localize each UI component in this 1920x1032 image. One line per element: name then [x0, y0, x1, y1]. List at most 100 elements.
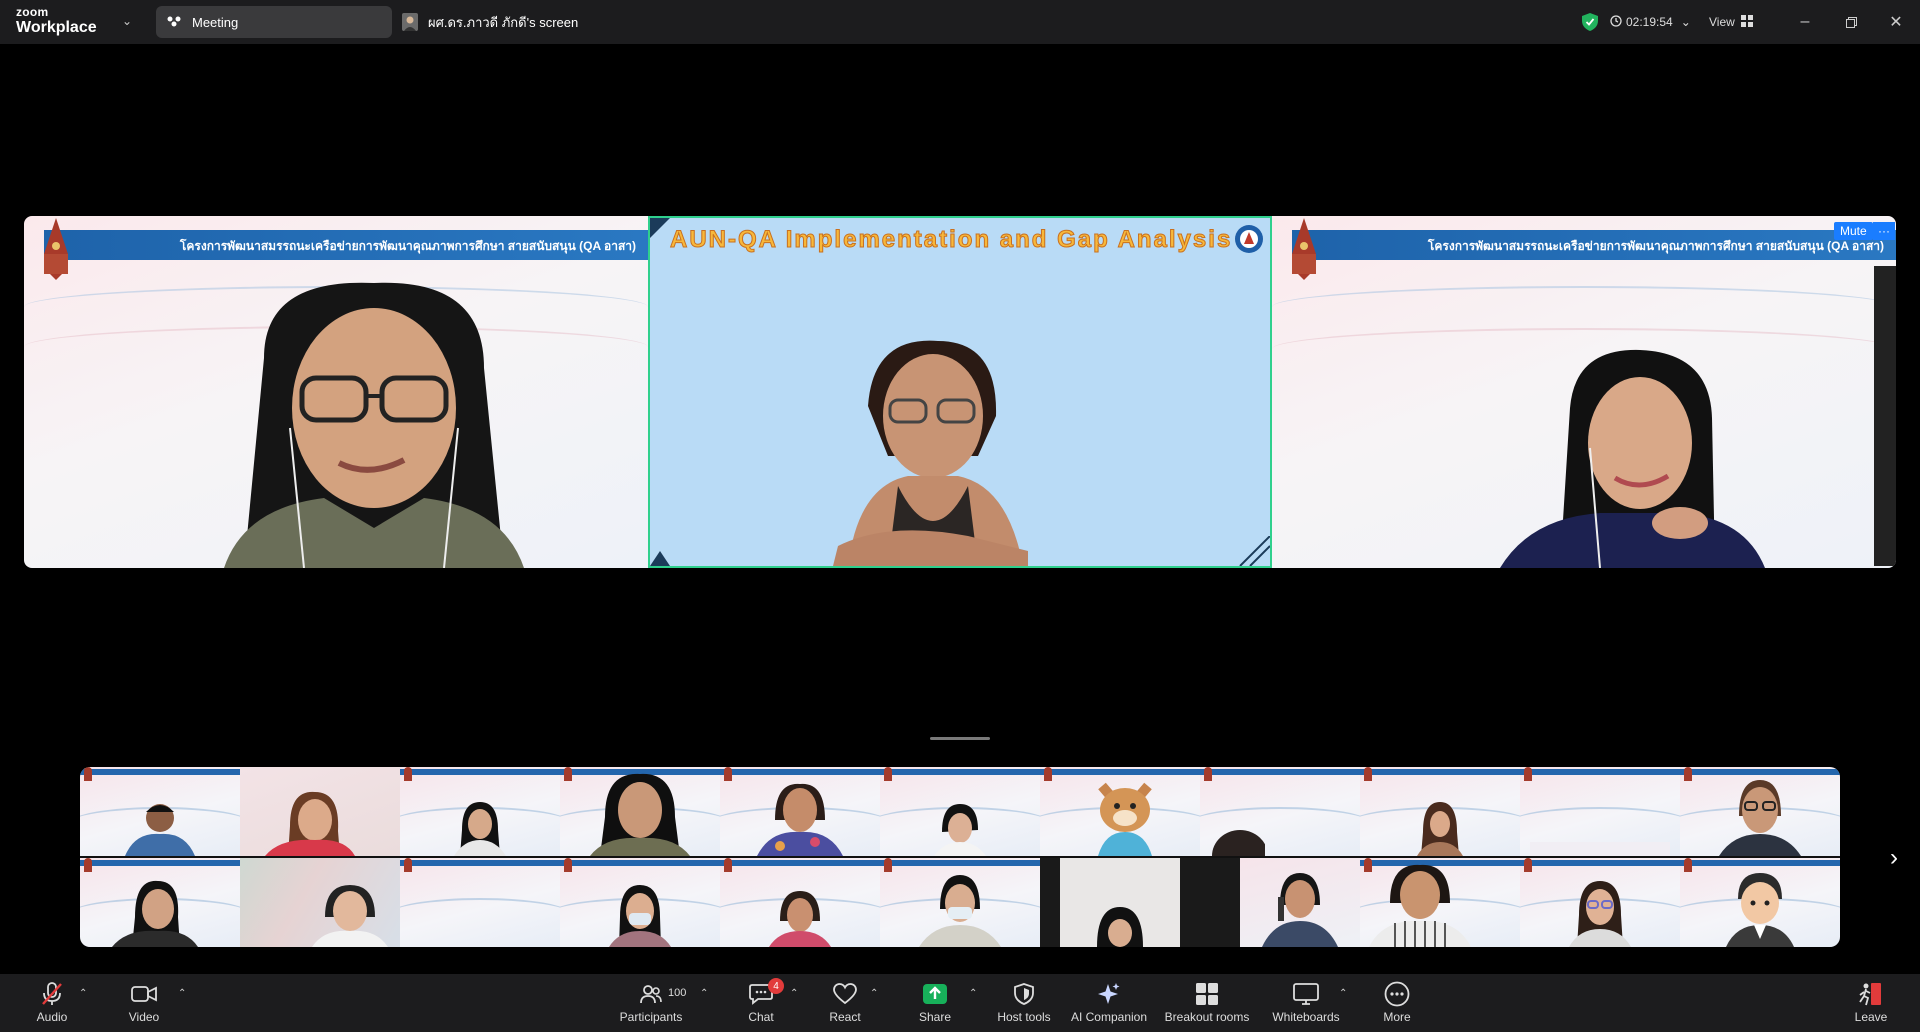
meeting-timer[interactable]: 02:19:54 ⌄ — [1610, 0, 1691, 44]
gallery-tile[interactable] — [400, 858, 560, 947]
tab-meeting[interactable]: Meeting — [156, 6, 392, 38]
host-tools-button[interactable]: Host tools — [979, 982, 1069, 1024]
breakout-rooms-icon — [1196, 982, 1218, 1006]
brand-name: Workplace — [16, 19, 97, 36]
gallery-tile[interactable] — [80, 858, 240, 947]
share-button[interactable]: Share — [890, 982, 980, 1024]
gallery-tile[interactable] — [560, 858, 720, 947]
chevron-up-icon[interactable]: ⌃ — [79, 988, 87, 999]
chevron-up-icon[interactable]: ⌃ — [700, 988, 708, 999]
participant-video — [125, 804, 195, 856]
participant-video — [112, 880, 198, 947]
chevron-down-icon: ⌄ — [1680, 15, 1691, 29]
whiteboards-label: Whiteboards — [1272, 1010, 1340, 1024]
participant-video — [1097, 907, 1143, 947]
participant-video — [454, 802, 506, 856]
chevron-up-icon[interactable]: ⌃ — [178, 988, 186, 999]
gallery-tile[interactable] — [560, 767, 720, 856]
participant-video — [1262, 873, 1338, 947]
minimize-icon[interactable]: – — [1793, 10, 1817, 34]
gallery-tile[interactable] — [720, 858, 880, 947]
university-crest-icon — [1292, 218, 1316, 280]
tab-shared-screen[interactable]: ผศ.ดร.ภาวดี ภักดี's screen — [402, 6, 622, 38]
tab-shared-screen-label: ผศ.ดร.ภาวดี ภักดี's screen — [428, 14, 579, 30]
view-label: View — [1709, 15, 1735, 29]
clock-icon — [1610, 14, 1622, 30]
react-label: React — [829, 1010, 861, 1024]
breakout-rooms-button[interactable]: Breakout rooms — [1162, 982, 1252, 1024]
gallery-strip — [80, 767, 1840, 947]
participants-button[interactable]: 100 Participants — [606, 982, 696, 1024]
zoom-workplace-logo[interactable]: zoom Workplace — [16, 6, 97, 36]
gallery-tile[interactable] — [1520, 858, 1680, 947]
gallery-tile[interactable] — [80, 767, 240, 856]
gallery-tile[interactable] — [1200, 858, 1360, 947]
gallery-tile[interactable] — [400, 767, 560, 856]
gallery-tile[interactable] — [720, 767, 880, 856]
shield-icon — [1014, 982, 1034, 1006]
participant-video — [757, 783, 843, 856]
leave-button[interactable]: Leave — [1826, 982, 1916, 1024]
participant-video — [1719, 780, 1801, 856]
ai-companion-button[interactable]: AI Companion — [1064, 982, 1154, 1024]
chevron-up-icon[interactable]: ⌃ — [1339, 988, 1347, 999]
chevron-right-icon[interactable]: › — [1890, 844, 1898, 872]
share-screen-icon — [922, 982, 948, 1006]
mute-participant-button[interactable]: Mute — [1834, 222, 1873, 240]
more-options-button[interactable]: ··· — [1873, 222, 1895, 240]
participants-label: Participants — [619, 1010, 683, 1024]
video-tile-speaker-1[interactable]: โครงการพัฒนาสมรรถนะเครือข่ายการพัฒนาคุณภ… — [24, 216, 648, 568]
gallery-tile[interactable] — [1520, 767, 1680, 856]
close-icon[interactable]: ✕ — [1884, 10, 1908, 34]
participant-video — [769, 891, 831, 947]
video-camera-icon — [131, 982, 157, 1006]
chevron-down-icon[interactable]: ⌄ — [122, 14, 132, 28]
gallery-tile[interactable] — [880, 767, 1040, 856]
ai-companion-label: AI Companion — [1070, 1010, 1148, 1024]
gallery-tile[interactable] — [240, 858, 400, 947]
participants-icon — [640, 982, 662, 1006]
resize-handle[interactable] — [930, 737, 990, 740]
more-button[interactable]: More — [1352, 981, 1442, 1024]
gallery-tile[interactable] — [1040, 858, 1200, 947]
video-button[interactable]: Video — [99, 982, 189, 1024]
restore-icon[interactable] — [1839, 10, 1863, 34]
gallery-tile[interactable] — [1680, 767, 1840, 856]
chevron-up-icon[interactable]: ⌃ — [790, 988, 798, 999]
avatar-cat-icon — [1098, 782, 1152, 856]
gallery-tile[interactable] — [240, 767, 400, 856]
chat-unread-badge: 4 — [768, 978, 784, 994]
participant-video — [833, 340, 1028, 566]
breakout-rooms-label: Breakout rooms — [1164, 1010, 1250, 1024]
slide-banner: โครงการพัฒนาสมรรถนะเครือข่ายการพัฒนาคุณภ… — [44, 230, 648, 260]
gallery-tile[interactable] — [1680, 858, 1840, 947]
participant-video — [1417, 802, 1463, 856]
gallery-tile[interactable] — [1040, 767, 1200, 856]
gallery-tile[interactable] — [1200, 767, 1360, 856]
share-label: Share — [918, 1010, 952, 1024]
corner-decoration-icon — [650, 218, 670, 238]
whiteboards-button[interactable]: Whiteboards — [1261, 982, 1351, 1024]
more-label: More — [1383, 1010, 1411, 1024]
participant-video — [265, 791, 355, 856]
view-button[interactable]: View — [1709, 0, 1753, 44]
video-tile-speaker-3[interactable]: โครงการพัฒนาสมรรถนะเครือข่ายการพัฒนาคุณภ… — [1272, 216, 1896, 568]
video-tile-active-speaker[interactable]: AUN-QA Implementation and Gap Analysis — [648, 216, 1272, 568]
video-label: Video — [128, 1010, 160, 1024]
gallery-tile[interactable] — [880, 858, 1040, 947]
gallery-tile[interactable] — [1360, 858, 1520, 947]
host-tools-label: Host tools — [997, 1010, 1051, 1024]
participant-video — [919, 875, 1001, 947]
slide-title: AUN-QA Implementation and Gap Analysis — [669, 226, 1233, 254]
leave-label: Leave — [1854, 1010, 1888, 1024]
meeting-icon — [166, 15, 182, 29]
user-avatar-icon — [402, 13, 418, 31]
gallery-tile[interactable] — [1360, 767, 1520, 856]
chevron-up-icon[interactable]: ⌃ — [870, 988, 878, 999]
encryption-shield-icon[interactable] — [1582, 0, 1598, 44]
chat-label: Chat — [748, 1010, 774, 1024]
chevron-up-icon[interactable]: ⌃ — [969, 988, 977, 999]
participant-video — [312, 885, 388, 947]
corner-decoration-icon — [650, 551, 670, 566]
slide-banner-text: โครงการพัฒนาสมรรถนะเครือข่ายการพัฒนาคุณภ… — [1427, 239, 1884, 253]
